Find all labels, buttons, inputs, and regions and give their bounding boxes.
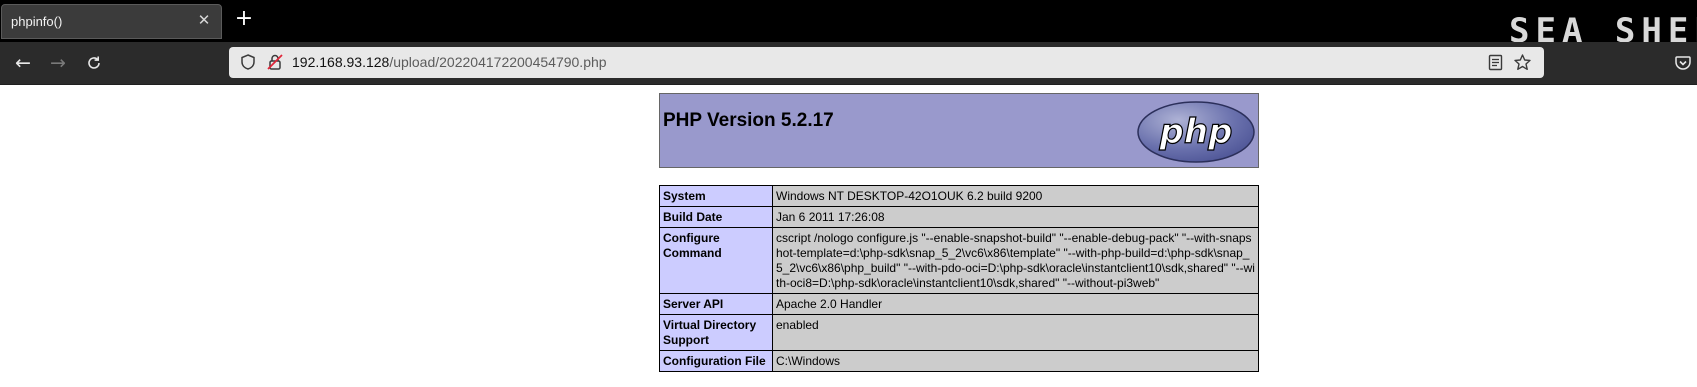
insecure-lock-icon[interactable]	[266, 53, 284, 71]
table-row: Server API Apache 2.0 Handler	[659, 293, 1259, 315]
address-bar[interactable]: 192.168.93.128/upload/202204172200454790…	[229, 47, 1544, 78]
url-path: /upload/202204172200454790.php	[389, 54, 607, 70]
tab-strip: phpinfo() ✕ + SEA SHEPH	[0, 0, 1697, 51]
close-icon[interactable]: ✕	[195, 12, 213, 30]
pocket-icon[interactable]	[1674, 54, 1692, 72]
table-row: System Windows NT DESKTOP-42O1OUK 6.2 bui…	[659, 185, 1259, 207]
url-host: 192.168.93.128	[292, 54, 390, 70]
php-logo-text: php	[1159, 112, 1233, 152]
plus-icon[interactable]: +	[233, 8, 255, 30]
row-value: C:\Windows	[772, 350, 1259, 372]
shield-icon[interactable]	[239, 53, 257, 71]
reader-view-icon[interactable]	[1487, 54, 1504, 71]
row-value: Windows NT DESKTOP-42O1OUK 6.2 build 920…	[772, 185, 1259, 207]
row-value: cscript /nologo configure.js "--enable-s…	[772, 227, 1259, 294]
php-version-header: PHP Version 5.2.17 php	[659, 93, 1259, 168]
table-row: Configuration File C:\Windows	[659, 350, 1259, 372]
row-value: Jan 6 2011 17:26:08	[772, 206, 1259, 228]
arrow-left-icon[interactable]: ←	[11, 51, 35, 75]
url-text[interactable]: 192.168.93.128/upload/202204172200454790…	[292, 54, 607, 70]
row-value: Apache 2.0 Handler	[772, 293, 1259, 315]
table-row: Configure Command cscript /nologo configu…	[659, 227, 1259, 294]
row-label: Build Date	[659, 206, 773, 228]
navigation-toolbar: ← → 192.168.93.128/upload/20220417220045…	[0, 42, 1697, 85]
row-label: Configure Command	[659, 227, 773, 294]
reload-icon[interactable]	[82, 51, 106, 75]
table-row: Build Date Jan 6 2011 17:26:08	[659, 206, 1259, 228]
active-tab[interactable]: phpinfo() ✕	[1, 4, 222, 39]
php-logo: php	[1137, 101, 1255, 163]
phpinfo-page: PHP Version 5.2.17 php System Windows NT …	[659, 93, 1259, 372]
page-title: PHP Version 5.2.17	[663, 110, 834, 131]
row-value: enabled	[772, 314, 1259, 351]
row-label: Virtual Directory Support	[659, 314, 773, 351]
star-icon[interactable]	[1513, 53, 1532, 72]
row-label: System	[659, 185, 773, 207]
arrow-right-icon[interactable]: →	[46, 51, 70, 75]
tab-title: phpinfo()	[11, 14, 63, 29]
table-row: Virtual Directory Support enabled	[659, 314, 1259, 351]
row-label: Server API	[659, 293, 773, 315]
info-table: System Windows NT DESKTOP-42O1OUK 6.2 bui…	[659, 185, 1259, 372]
row-label: Configuration File	[659, 350, 773, 372]
